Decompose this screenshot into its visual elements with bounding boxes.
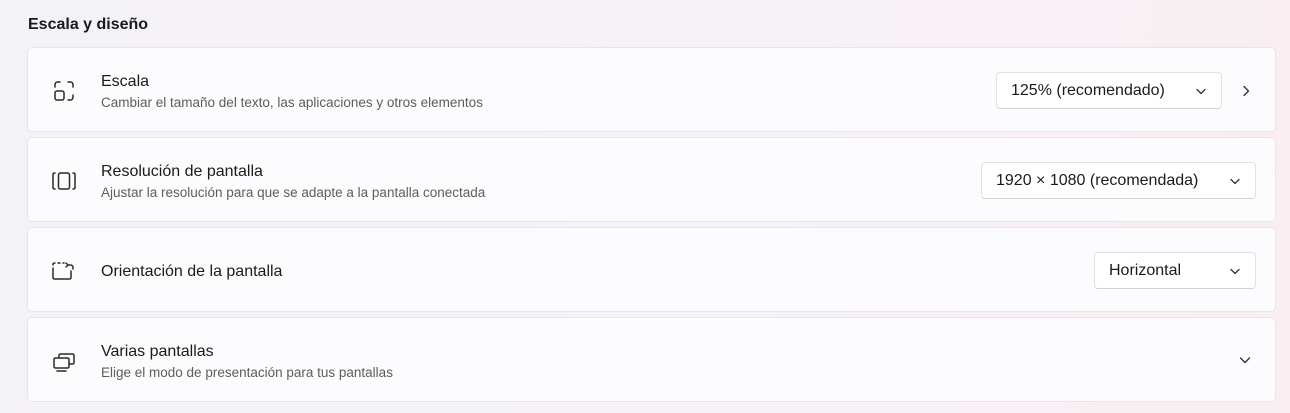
chevron-down-icon [1195,85,1207,97]
screen-rotation-icon [50,257,78,285]
scale-card[interactable]: Escala Cambiar el tamaño del texto, las … [27,47,1276,132]
resolution-subtitle: Ajustar la resolución para que se adapte… [101,185,486,200]
chevron-down-icon[interactable] [1237,352,1253,368]
multiple-displays-title: Varias pantallas [101,343,214,360]
scale-dropdown[interactable]: 125% (recomendado) [996,72,1222,109]
scale-dropdown-value: 125% (recomendado) [1011,81,1165,99]
orientation-dropdown-value: Horizontal [1109,261,1182,279]
multiple-displays-icon [50,347,78,375]
multiple-displays-card[interactable]: Varias pantallas Elige el modo de presen… [27,317,1276,402]
scale-icon [50,77,78,105]
display-resolution-icon [50,167,78,195]
resolution-dropdown[interactable]: 1920 × 1080 (recomendada) [981,162,1256,199]
resolution-title: Resolución de pantalla [101,163,263,180]
resolution-card: Resolución de pantalla Ajustar la resolu… [27,137,1276,222]
orientation-card: Orientación de la pantalla Horizontal [27,227,1276,312]
chevron-down-icon [1229,175,1241,187]
orientation-title: Orientación de la pantalla [101,263,283,280]
chevron-right-icon[interactable] [1238,83,1254,99]
scale-subtitle: Cambiar el tamaño del texto, las aplicac… [101,95,483,110]
resolution-dropdown-value: 1920 × 1080 (recomendada) [996,171,1199,189]
multiple-displays-subtitle: Elige el modo de presentación para tus p… [101,365,393,380]
chevron-down-icon [1229,265,1241,277]
section-title: Escala y diseño [28,16,149,33]
scale-title: Escala [101,73,150,90]
orientation-dropdown[interactable]: Horizontal [1094,252,1256,289]
